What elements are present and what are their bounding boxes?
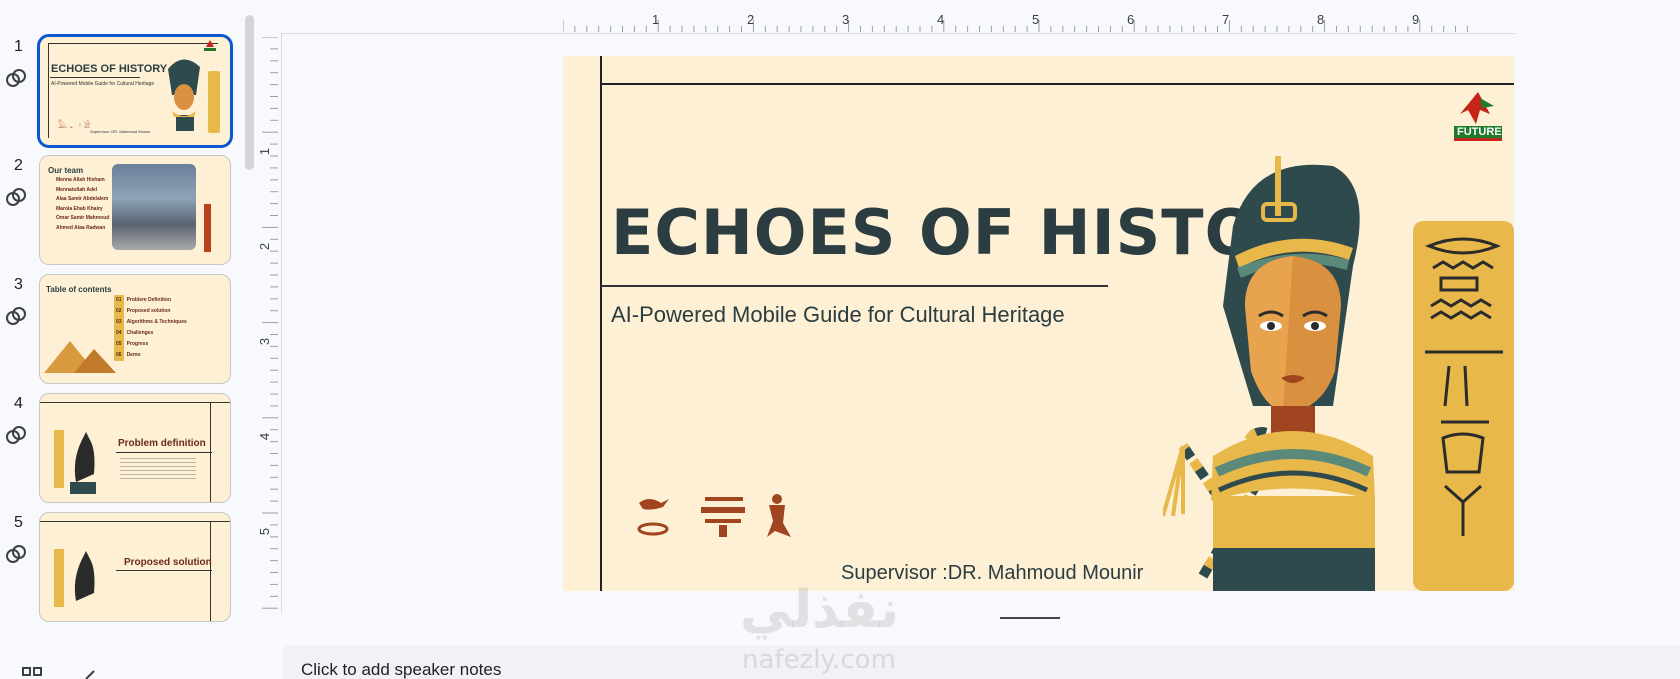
ruler-border bbox=[281, 33, 282, 613]
ruler-label: 3 bbox=[842, 12, 850, 27]
ruler-label: 6 bbox=[1127, 12, 1135, 27]
slide-subtitle[interactable]: AI-Powered Mobile Guide for Cultural Her… bbox=[611, 302, 1065, 328]
grid-view-icon[interactable] bbox=[22, 667, 42, 679]
slide-thumbnail[interactable]: ECHOES OF HISTORY AI-Powered Mobile Guid… bbox=[37, 34, 233, 148]
link-icon bbox=[6, 188, 26, 206]
thumb-subtitle: AI-Powered Mobile Guide for Cultural Her… bbox=[51, 81, 155, 87]
slide-number: 2 bbox=[14, 157, 23, 174]
ruler-label: 1 bbox=[257, 147, 273, 156]
slide-horizontal-line bbox=[600, 83, 1514, 85]
slide-number: 3 bbox=[14, 276, 23, 293]
filmstrip-slide-4[interactable]: 4 Problem definition bbox=[0, 393, 240, 511]
link-icon bbox=[6, 307, 26, 325]
ruler-label: 7 bbox=[1222, 12, 1230, 27]
slide-thumbnail[interactable]: Table of contents 01 Problem Definition 0… bbox=[39, 274, 231, 384]
filmstrip-slide-3[interactable]: 3 Table of contents 01 Problem Definition… bbox=[0, 274, 240, 392]
team-photo bbox=[112, 164, 196, 250]
ruler-label: 4 bbox=[937, 12, 945, 27]
cat-illustration bbox=[54, 430, 96, 494]
slide-editor[interactable]: ECHOES OF HISTORY AI-Powered Mobile Guid… bbox=[563, 56, 1514, 591]
ruler-label: 5 bbox=[1032, 12, 1040, 27]
slide-vertical-line bbox=[600, 56, 602, 591]
slide-filmstrip: 1 ECHOES OF HISTORY AI-Powered Mobile Gu… bbox=[0, 0, 262, 640]
watermark-latin: nafezly.com bbox=[742, 645, 896, 675]
filmstrip-scrollbar[interactable] bbox=[245, 15, 254, 170]
ruler-border bbox=[282, 33, 1515, 34]
slide-thumbnail[interactable]: Problem definition bbox=[39, 393, 231, 503]
ruler-label: 8 bbox=[1317, 12, 1325, 27]
thumb-title: ECHOES OF HISTORY bbox=[51, 63, 168, 75]
ruler-label: 4 bbox=[257, 432, 273, 441]
ruler-label: 3 bbox=[257, 337, 273, 346]
link-icon bbox=[6, 426, 26, 444]
link-icon bbox=[6, 69, 26, 87]
nefertiti-illustration bbox=[1163, 156, 1514, 591]
filmstrip-slide-5[interactable]: 5 Proposed solution bbox=[0, 512, 240, 630]
nefertiti-illustration bbox=[168, 59, 220, 133]
slide-number: 1 bbox=[14, 38, 23, 55]
slide-number: 4 bbox=[14, 395, 23, 412]
slide-thumbnail[interactable]: Proposed solution bbox=[39, 512, 231, 622]
ruler-label: 5 bbox=[257, 527, 273, 536]
watermark-arabic: نفذلي bbox=[740, 580, 900, 640]
vertical-ruler: 1 2 3 4 5 bbox=[257, 37, 278, 612]
speaker-notes-placeholder[interactable]: Click to add speaker notes bbox=[301, 660, 501, 679]
cat-illustration bbox=[54, 549, 95, 607]
future-logo-icon bbox=[204, 40, 216, 51]
thumb-title: Proposed solution bbox=[124, 557, 212, 568]
thumb-title: Our team bbox=[48, 166, 84, 175]
slide-number: 5 bbox=[14, 514, 23, 531]
thumb-footer: Supervisor :DR. Mahmoud Mounir bbox=[90, 129, 151, 134]
toc-list: 01 Problem Definition 02 Proposed solution… bbox=[114, 295, 187, 361]
ruler-ticks bbox=[262, 37, 278, 609]
ruler-label: 9 bbox=[1412, 12, 1420, 27]
horizontal-ruler: 1 2 3 4 5 6 7 8 9 bbox=[563, 12, 1515, 32]
hieroglyph-icons bbox=[637, 494, 791, 537]
title-underline bbox=[601, 285, 1108, 287]
obelisk-icon bbox=[204, 204, 211, 252]
logo-text: FUTURE bbox=[1457, 126, 1502, 138]
thumb-title: Problem definition bbox=[118, 438, 206, 449]
thumb-body-text bbox=[120, 458, 196, 480]
slide-thumbnail[interactable]: Our team Menna Allah Hisham Mennatullah … bbox=[39, 155, 231, 265]
filmstrip-slide-1[interactable]: 1 ECHOES OF HISTORY AI-Powered Mobile Gu… bbox=[0, 34, 240, 154]
ruler-label: 2 bbox=[257, 242, 273, 251]
hieroglyph-icons: 𓅓 𓂝 𓀀 bbox=[58, 121, 91, 130]
team-list: Menna Allah Hisham Mennatullah Adel Alaa… bbox=[56, 177, 110, 231]
pyramids-illustration bbox=[44, 341, 116, 373]
notes-resize-handle[interactable] bbox=[1000, 617, 1060, 619]
ruler-label: 1 bbox=[652, 12, 660, 27]
thumb-title: Table of contents bbox=[46, 285, 112, 294]
ruler-label: 2 bbox=[747, 12, 755, 27]
link-icon bbox=[6, 545, 26, 563]
collapse-icon[interactable] bbox=[82, 667, 102, 679]
filmstrip-slide-2[interactable]: 2 Our team Menna Allah Hisham Mennatulla… bbox=[0, 155, 240, 273]
